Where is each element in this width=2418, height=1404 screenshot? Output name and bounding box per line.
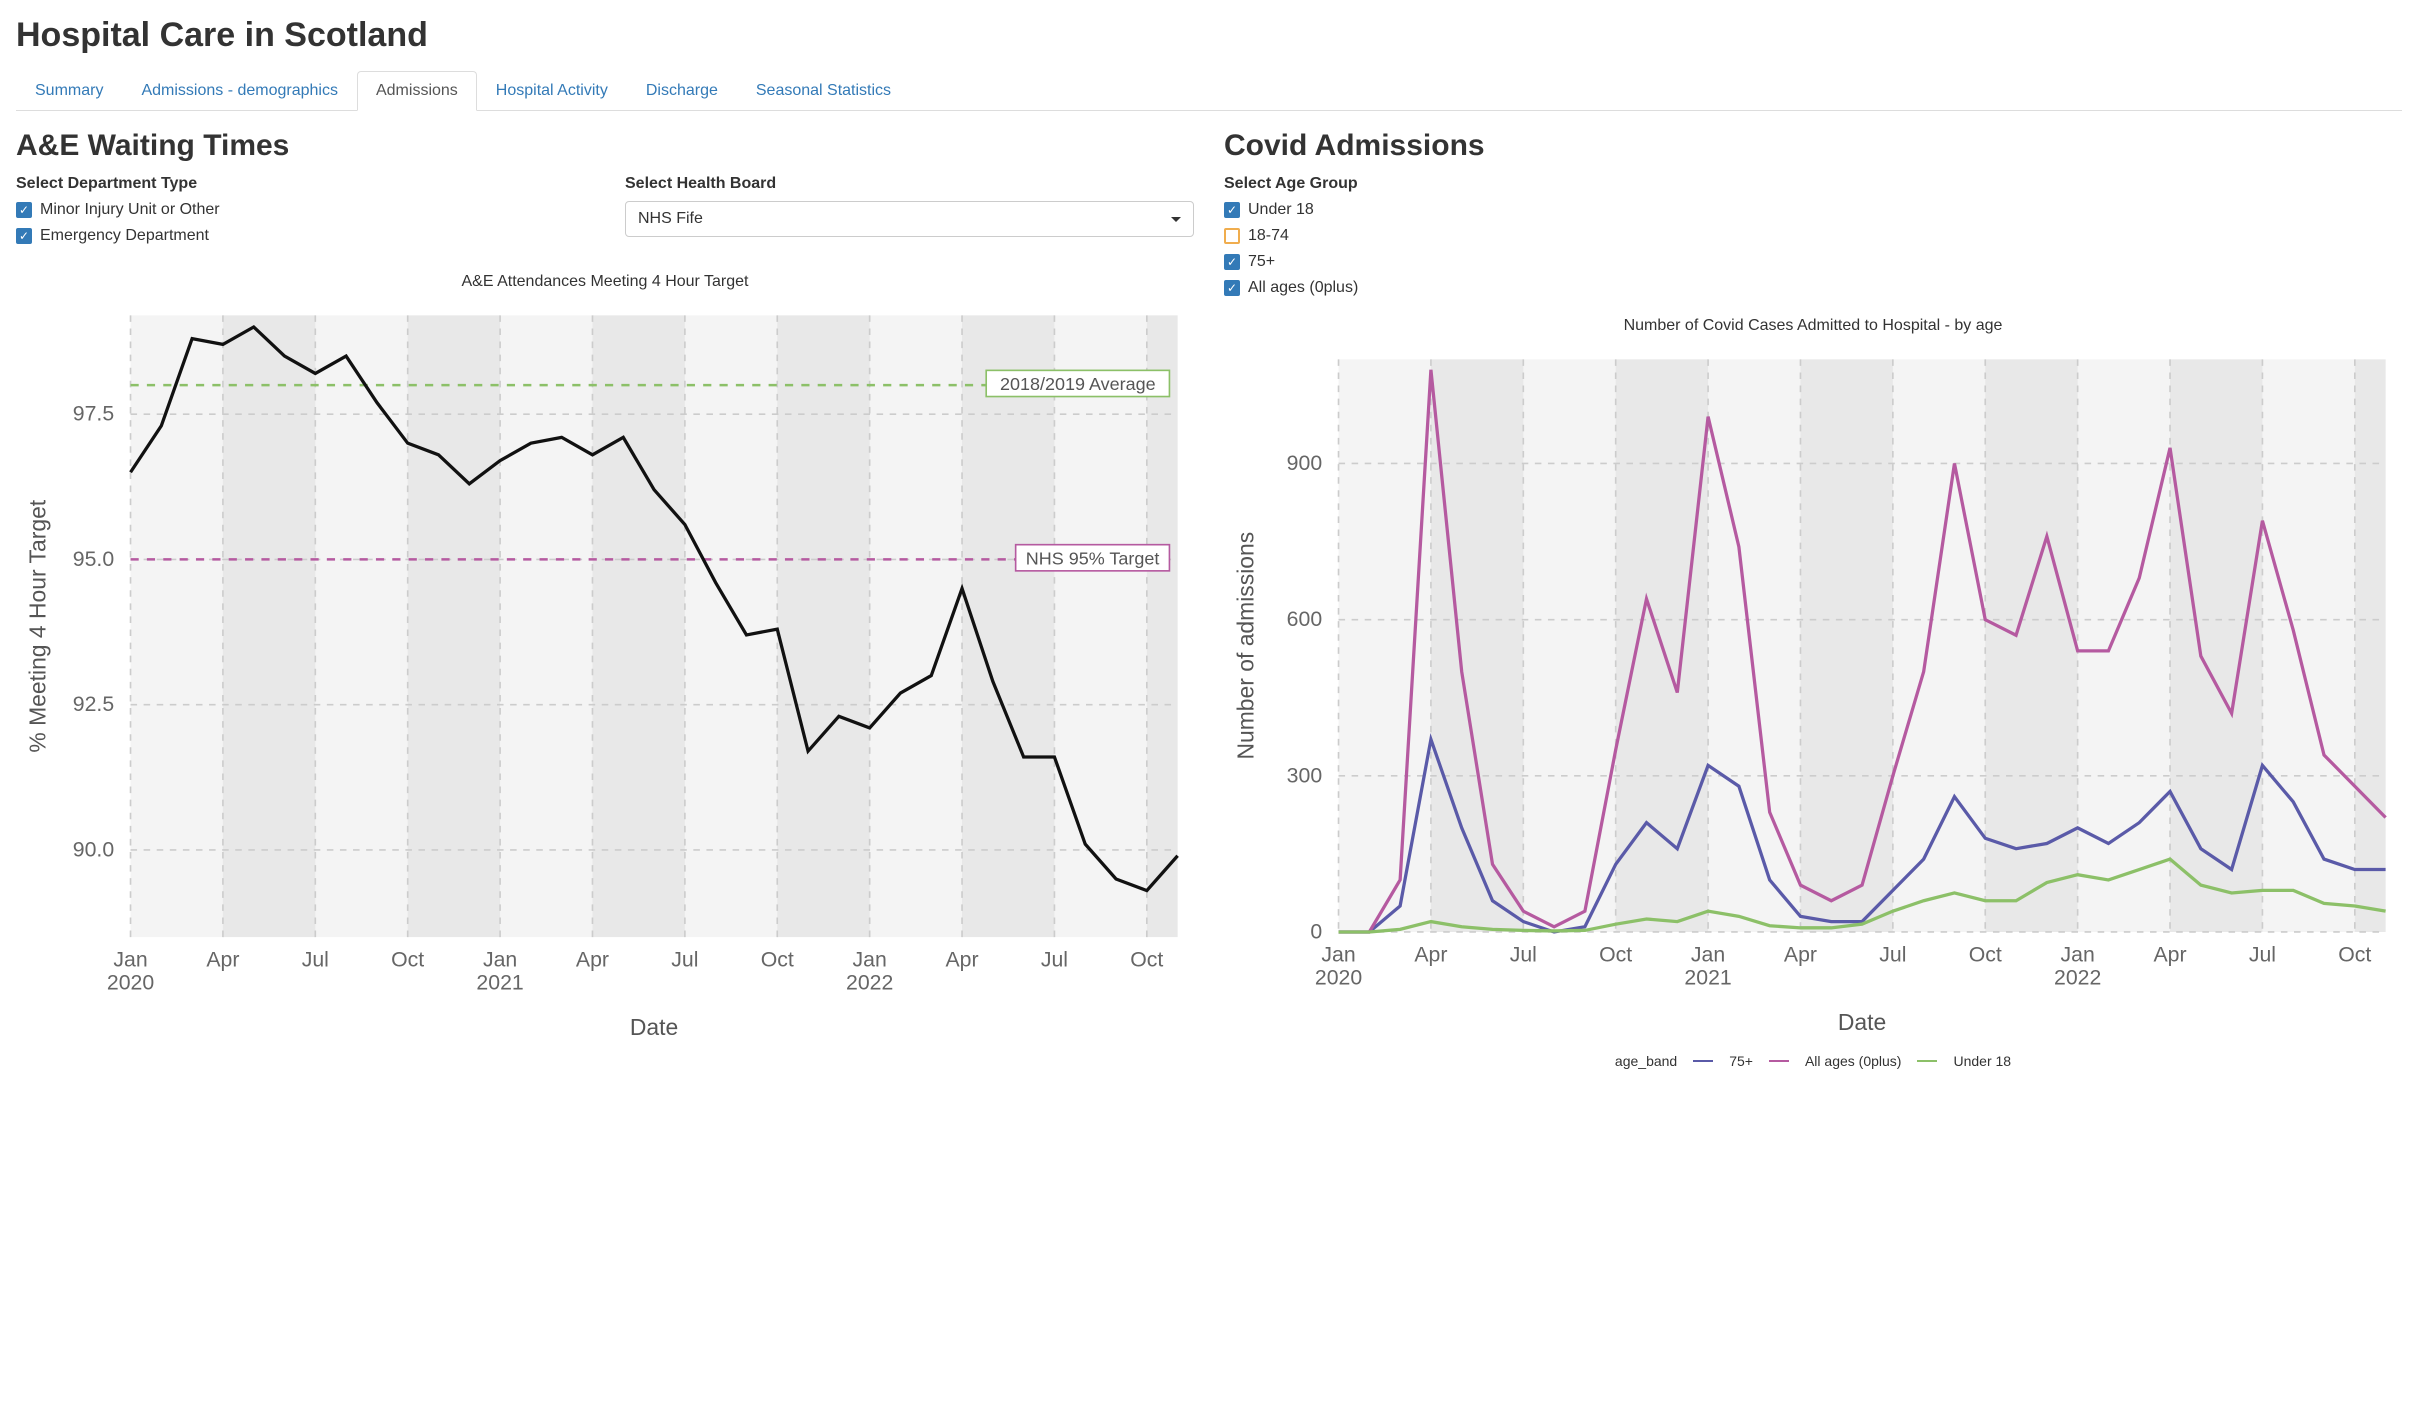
age-option[interactable]: Under 18 xyxy=(1224,201,2402,219)
svg-text:Jul: Jul xyxy=(671,948,698,972)
svg-text:300: 300 xyxy=(1287,763,1322,787)
svg-text:Jul: Jul xyxy=(1510,942,1537,966)
svg-text:2018/2019 Average: 2018/2019 Average xyxy=(1000,374,1156,394)
covid-chart-title: Number of Covid Cases Admitted to Hospit… xyxy=(1224,317,2402,335)
tabs: SummaryAdmissions - demographicsAdmissio… xyxy=(16,71,2402,111)
legend-swatch-under18 xyxy=(1917,1060,1937,1062)
svg-text:Oct: Oct xyxy=(2338,942,2371,966)
svg-text:Jan2020: Jan2020 xyxy=(1315,942,1362,989)
svg-text:Jan2022: Jan2022 xyxy=(2054,942,2101,989)
svg-text:Oct: Oct xyxy=(1969,942,2002,966)
svg-text:Oct: Oct xyxy=(1130,948,1163,972)
svg-text:Oct: Oct xyxy=(1599,942,1632,966)
page-title: Hospital Care in Scotland xyxy=(16,16,2402,55)
checkbox-icon xyxy=(16,202,32,218)
checkbox-icon xyxy=(16,228,32,244)
age-option[interactable]: All ages (0plus) xyxy=(1224,279,2402,297)
tab-admissions-demographics[interactable]: Admissions - demographics xyxy=(122,71,357,110)
svg-text:Date: Date xyxy=(1838,1009,1886,1035)
dept-option-label: Emergency Department xyxy=(40,227,209,245)
svg-text:Jan2020: Jan2020 xyxy=(107,948,154,995)
svg-text:Jan2021: Jan2021 xyxy=(1684,942,1731,989)
ae-chart: 90.0 92.5 95.0 97.5 Jan2020 Apr Jul Oct Jan2021 A… xyxy=(16,299,1194,1052)
svg-text:Jul: Jul xyxy=(1879,942,1906,966)
dept-option[interactable]: Minor Injury Unit or Other xyxy=(16,201,585,219)
svg-text:97.5: 97.5 xyxy=(73,402,114,426)
dept-option[interactable]: Emergency Department xyxy=(16,227,585,245)
legend-label: Under 18 xyxy=(1953,1053,2011,1069)
svg-text:Apr: Apr xyxy=(1414,942,1447,966)
svg-text:Number of admissions: Number of admissions xyxy=(1232,532,1258,760)
panel-covid-admissions: Covid Admissions Select Age Group Under … xyxy=(1224,129,2402,1069)
svg-text:Jan2021: Jan2021 xyxy=(476,948,523,995)
age-option-label: 75+ xyxy=(1248,253,1275,271)
checkbox-icon xyxy=(1224,280,1240,296)
ae-heading: A&E Waiting Times xyxy=(16,129,1194,163)
dept-option-label: Minor Injury Unit or Other xyxy=(40,201,220,219)
legend-swatch-allages xyxy=(1769,1060,1789,1062)
tab-admissions[interactable]: Admissions xyxy=(357,71,477,111)
svg-text:90.0: 90.0 xyxy=(73,837,114,861)
svg-text:Jul: Jul xyxy=(302,948,329,972)
legend-label: All ages (0plus) xyxy=(1805,1053,1902,1069)
svg-text:92.5: 92.5 xyxy=(73,692,114,716)
age-group-label: Select Age Group xyxy=(1224,175,2402,193)
age-option-label: Under 18 xyxy=(1248,201,1314,219)
svg-text:Jul: Jul xyxy=(1041,948,1068,972)
age-option-label: 18-74 xyxy=(1248,227,1289,245)
checkbox-icon xyxy=(1224,254,1240,270)
svg-text:Oct: Oct xyxy=(391,948,424,972)
age-option[interactable]: 75+ xyxy=(1224,253,2402,271)
legend-title: age_band xyxy=(1615,1053,1677,1069)
svg-text:900: 900 xyxy=(1287,451,1322,475)
age-option-label: All ages (0plus) xyxy=(1248,279,1358,297)
health-board-label: Select Health Board xyxy=(625,175,1194,193)
covid-chart: 0 300 600 900 Jan2020 Apr Jul Oct Jan2021 Apr Jul O… xyxy=(1224,343,2402,1047)
svg-text:Jan2022: Jan2022 xyxy=(846,948,893,995)
svg-text:0: 0 xyxy=(1310,920,1322,944)
svg-text:% Meeting 4 Hour Target: % Meeting 4 Hour Target xyxy=(24,499,50,752)
checkbox-icon xyxy=(1224,202,1240,218)
svg-text:95.0: 95.0 xyxy=(73,547,114,571)
svg-text:Apr: Apr xyxy=(1784,942,1817,966)
svg-text:Apr: Apr xyxy=(946,948,979,972)
covid-legend: age_band 75+ All ages (0plus) Under 18 xyxy=(1224,1053,2402,1069)
dept-type-label: Select Department Type xyxy=(16,175,585,193)
ae-chart-title: A&E Attendances Meeting 4 Hour Target xyxy=(16,273,1194,291)
legend-swatch-75plus xyxy=(1693,1060,1713,1062)
tab-hospital-activity[interactable]: Hospital Activity xyxy=(477,71,627,110)
svg-text:Apr: Apr xyxy=(2153,942,2186,966)
chevron-down-icon xyxy=(1171,217,1181,222)
panel-ae-waiting: A&E Waiting Times Select Department Type… xyxy=(16,129,1194,1069)
covid-heading: Covid Admissions xyxy=(1224,129,2402,163)
legend-label: 75+ xyxy=(1729,1053,1753,1069)
svg-text:Jul: Jul xyxy=(2249,942,2276,966)
checkbox-icon xyxy=(1224,228,1240,244)
svg-text:Apr: Apr xyxy=(576,948,609,972)
tab-discharge[interactable]: Discharge xyxy=(627,71,737,110)
svg-text:NHS 95% Target: NHS 95% Target xyxy=(1026,548,1160,568)
age-option[interactable]: 18-74 xyxy=(1224,227,2402,245)
svg-text:Oct: Oct xyxy=(761,948,794,972)
tab-seasonal-statistics[interactable]: Seasonal Statistics xyxy=(737,71,910,110)
health-board-value: NHS Fife xyxy=(638,210,703,228)
svg-text:Apr: Apr xyxy=(206,948,239,972)
health-board-select[interactable]: NHS Fife xyxy=(625,201,1194,237)
svg-text:600: 600 xyxy=(1287,607,1322,631)
svg-text:Date: Date xyxy=(630,1014,678,1040)
tab-summary[interactable]: Summary xyxy=(16,71,122,110)
